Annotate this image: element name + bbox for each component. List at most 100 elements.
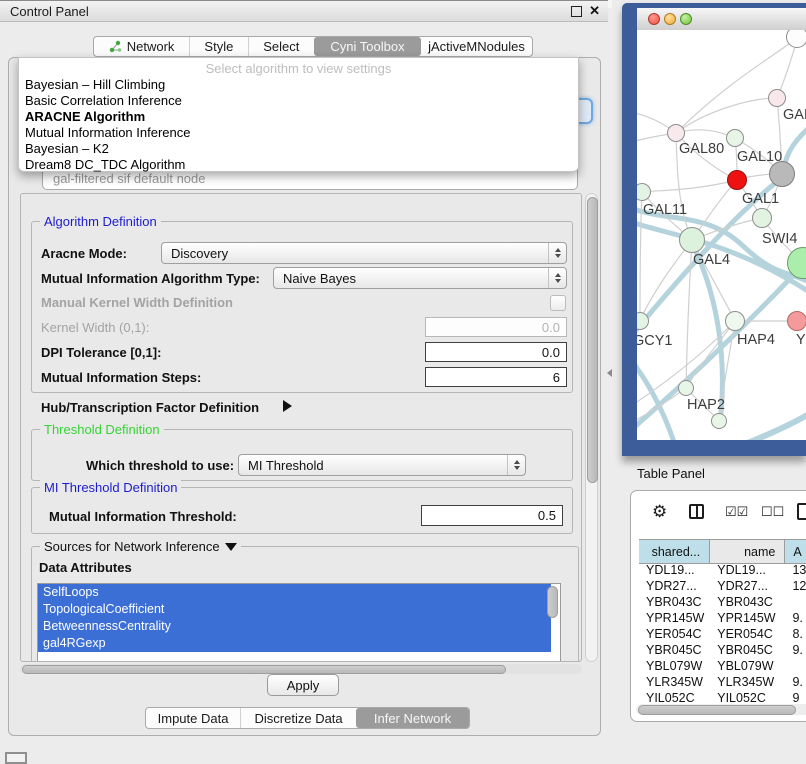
dropdown-item[interactable]: Basic Correlation Inference	[19, 93, 578, 109]
kernel-width-value: 0.0	[542, 320, 560, 335]
network-node-gal4[interactable]	[679, 227, 705, 253]
list-item[interactable]: SelfLoops	[38, 584, 551, 601]
table-hscrollbar-track[interactable]	[636, 704, 806, 715]
network-node-gal1[interactable]	[752, 208, 772, 228]
table-row[interactable]: YPR145W YPR145W 9.	[639, 610, 806, 626]
network-node-selected[interactable]	[727, 170, 747, 190]
collapsed-arrow-icon[interactable]	[283, 400, 292, 412]
dropdown-item[interactable]: Mutual Information Inference	[19, 125, 578, 141]
float-panel-icon[interactable]	[571, 6, 582, 17]
tab-network[interactable]: Network	[94, 37, 189, 56]
table-panel-titlebar: Table Panel	[624, 461, 806, 485]
algorithm-dropdown: Select algorithm to view settings Bayesi…	[18, 57, 579, 172]
node-label: GAL1	[742, 191, 779, 207]
combo-stepper-icon	[548, 243, 566, 263]
table-rows: YDL19... YDL19... 13 YDR27... YDR27... 1…	[639, 562, 806, 703]
table-hscrollbar-thumb[interactable]	[638, 705, 796, 715]
list-item[interactable]: BetweennessCentrality	[38, 618, 551, 635]
tab-impute-data[interactable]: Impute Data	[146, 708, 240, 728]
column-header-name[interactable]: name	[710, 540, 785, 563]
cyni-algorithm-settings-group: Algorithm Definition Aracne Mode: Discov…	[20, 193, 582, 662]
deselect-all-checkbox-icon[interactable]: ☐☐	[761, 503, 784, 521]
dropdown-item[interactable]: Dream8 DC_TDC Algorithm	[19, 157, 578, 173]
network-node[interactable]	[786, 30, 806, 48]
export-table-icon[interactable]	[797, 503, 806, 520]
tab-infer-network[interactable]: Infer Network	[356, 708, 469, 728]
tab-infer-network-label: Infer Network	[374, 711, 451, 726]
gear-icon[interactable]: ⚙	[652, 503, 667, 521]
tab-discretize-data-label: Discretize Data	[255, 711, 343, 726]
network-canvas[interactable]: GAL80 GAL10 GAL1 GAL11 SWI4 GAL4 GCY1 HA…	[637, 30, 806, 440]
minimized-panel-icon[interactable]	[5, 752, 27, 764]
node-label: SWI4	[762, 231, 797, 247]
table-row[interactable]: YBR045C YBR045C 9.	[639, 642, 806, 658]
mi-steps-label: Mutual Information Steps:	[41, 370, 201, 385]
mi-threshold-input[interactable]: 0.5	[421, 505, 563, 526]
settings-vscrollbar-track[interactable]	[585, 193, 598, 662]
mi-threshold-title: MI Threshold Definition	[40, 480, 181, 495]
network-window-titlebar[interactable]	[637, 8, 806, 31]
mi-type-combo[interactable]: Naive Bayes	[273, 267, 567, 289]
mi-threshold-label: Mutual Information Threshold:	[49, 509, 237, 524]
network-node[interactable]	[787, 311, 806, 331]
tab-discretize-data[interactable]: Discretize Data	[240, 708, 356, 728]
list-item[interactable]: gal4RGexp	[38, 635, 551, 652]
splitter-collapse-icon[interactable]	[607, 369, 612, 377]
algorithm-definition-title: Algorithm Definition	[40, 214, 161, 229]
list-scrollbar[interactable]	[547, 586, 558, 618]
network-node-gal80[interactable]	[667, 124, 685, 142]
mi-steps-value: 6	[553, 370, 560, 385]
close-panel-icon[interactable]: ✕	[589, 5, 600, 17]
node-label: GAL11	[643, 202, 687, 218]
close-window-icon[interactable]	[648, 13, 660, 25]
settings-hscrollbar-thumb[interactable]	[22, 665, 506, 674]
hub-section-label[interactable]: Hub/Transcription Factor Definition	[41, 400, 259, 415]
settings-vscrollbar-thumb[interactable]	[587, 197, 598, 483]
column-header-partial[interactable]: A	[785, 540, 806, 563]
bottom-tabbar: Impute Data Discretize Data Infer Networ…	[145, 707, 470, 729]
kernel-width-input[interactable]: 0.0	[425, 317, 567, 337]
aracne-mode-combo[interactable]: Discovery	[161, 242, 567, 264]
which-threshold-combo[interactable]: MI Threshold	[238, 454, 526, 476]
network-node[interactable]	[711, 413, 727, 429]
table-row[interactable]: YDR27... YDR27... 12	[639, 578, 806, 594]
dropdown-item[interactable]: Bayesian – Hill Climbing	[19, 77, 578, 93]
select-all-checkbox-icon[interactable]: ☑☑	[725, 503, 748, 521]
tab-select-label: Select	[263, 39, 299, 54]
aracne-mode-label: Aracne Mode:	[41, 246, 127, 261]
dropdown-item[interactable]: Bayesian – K2	[19, 141, 578, 157]
zoom-window-icon[interactable]	[680, 13, 692, 25]
table-row[interactable]: YBR043C YBR043C	[639, 594, 806, 610]
node-label: GAL80	[679, 141, 724, 157]
app-root: { "colors": { "selection_blue": "#3b6fd6…	[0, 0, 806, 762]
control-panel-tabbar: Network Style Select Cyni Toolbox jActiv…	[93, 36, 533, 57]
dpi-tolerance-input[interactable]: 0.0	[425, 342, 567, 362]
settings-hscrollbar-track[interactable]	[20, 664, 582, 674]
column-header-shared-name[interactable]: shared...	[639, 540, 710, 563]
table-row[interactable]: YER054C YER054C 8.	[639, 626, 806, 642]
network-node-gal10[interactable]	[726, 129, 744, 147]
table-panel-title: Table Panel	[637, 466, 705, 481]
list-item[interactable]: TopologicalCoefficient	[38, 601, 551, 618]
manual-kernel-checkbox[interactable]	[550, 295, 566, 311]
tab-jactivemnodules-label: jActiveMNodules	[428, 39, 525, 54]
node-label: GCY1	[637, 333, 673, 349]
network-node-hap4[interactable]	[725, 311, 745, 331]
table-row[interactable]: YBL079W YBL079W	[639, 658, 806, 674]
network-node-hap2[interactable]	[678, 380, 694, 396]
tab-cyni-toolbox[interactable]: Cyni Toolbox	[314, 37, 421, 56]
network-node[interactable]	[768, 89, 786, 107]
table-row[interactable]: YDL19... YDL19... 13	[639, 562, 806, 578]
sources-title[interactable]: Sources for Network Inference	[40, 539, 241, 554]
tab-style[interactable]: Style	[189, 37, 247, 56]
minimize-window-icon[interactable]	[664, 13, 676, 25]
apply-button[interactable]: Apply	[267, 674, 339, 696]
tab-select[interactable]: Select	[248, 37, 314, 56]
apply-button-label: Apply	[287, 678, 320, 693]
mi-steps-input[interactable]: 6	[425, 367, 567, 387]
table-row[interactable]: YIL052C YIL052C 9	[639, 690, 806, 703]
dropdown-item-selected[interactable]: ARACNE Algorithm	[19, 109, 578, 125]
table-row[interactable]: YLR345W YLR345W 9.	[639, 674, 806, 690]
tab-jactivemnodules[interactable]: jActiveMNodules	[421, 37, 532, 56]
columns-icon[interactable]	[689, 504, 704, 519]
